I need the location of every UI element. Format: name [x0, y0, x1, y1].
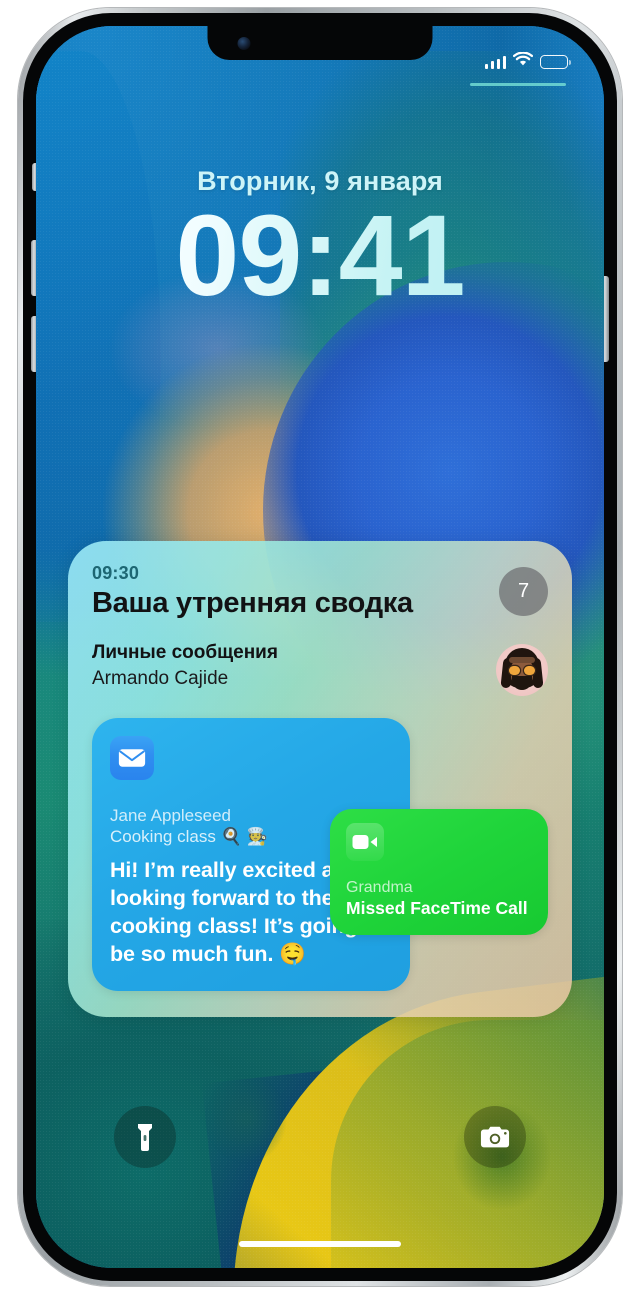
summary-header: 09:30 Ваша утренняя сводка 7 — [92, 563, 548, 620]
summary-badge-count: 7 — [499, 567, 548, 616]
cellular-signal-icon — [484, 55, 506, 69]
front-camera — [237, 37, 251, 50]
wifi-icon — [512, 51, 534, 72]
summary-subsection-text: Личные сообщения Armando Cajide — [92, 642, 278, 690]
facetime-notification-card[interactable]: Grandma Missed FaceTime Call — [330, 809, 548, 935]
status-bar — [484, 51, 571, 72]
notification-summary-card[interactable]: 09:30 Ваша утренняя сводка 7 Личные сооб… — [68, 541, 572, 1017]
status-bar-underline — [470, 83, 566, 86]
home-indicator[interactable] — [239, 1241, 401, 1247]
lock-screen[interactable]: Вторник, 9 января 09:41 09:30 Ваша утрен… — [36, 26, 604, 1268]
facetime-sender: Grandma — [346, 879, 413, 896]
battery-full-icon — [540, 55, 571, 69]
facetime-video-icon — [346, 823, 384, 861]
summary-title: Ваша утренняя сводка — [92, 587, 413, 619]
iphone-device-frame: Вторник, 9 января 09:41 09:30 Ваша утрен… — [18, 8, 622, 1286]
notch — [207, 26, 433, 60]
summary-header-text: 09:30 Ваша утренняя сводка — [92, 563, 413, 620]
camera-icon — [480, 1126, 510, 1148]
flashlight-button[interactable] — [114, 1106, 176, 1168]
facetime-status: Missed FaceTime Call — [346, 898, 528, 918]
memoji-avatar — [496, 644, 548, 696]
lock-time: 09:41 — [36, 199, 604, 314]
flashlight-icon — [138, 1124, 152, 1151]
summary-sender: Armando Cajide — [92, 668, 229, 689]
device-bezel: Вторник, 9 января 09:41 09:30 Ваша утрен… — [23, 13, 617, 1281]
lock-clock: Вторник, 9 января 09:41 — [36, 166, 604, 314]
camera-button[interactable] — [464, 1106, 526, 1168]
summary-subsection: Личные сообщения Armando Cajide — [92, 642, 548, 696]
summary-time: 09:30 — [92, 563, 140, 583]
summary-category: Личные сообщения — [92, 642, 278, 663]
mail-envelope-icon — [110, 736, 154, 780]
